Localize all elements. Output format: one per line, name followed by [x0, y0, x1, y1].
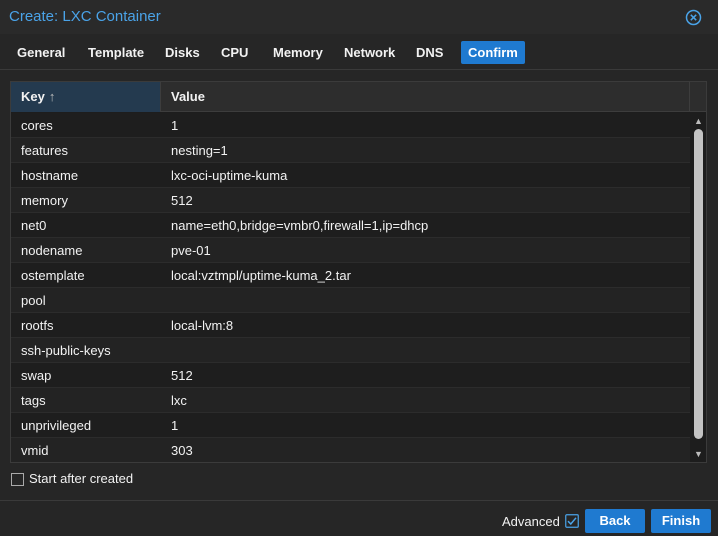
back-button[interactable]: Back: [585, 509, 645, 533]
table-row[interactable]: hostname lxc-oci-uptime-kuma: [11, 163, 690, 188]
row-value: lxc: [171, 393, 187, 408]
column-header-value-label: Value: [171, 89, 205, 104]
row-value: 512: [171, 368, 193, 383]
table-row[interactable]: ssh-public-keys: [11, 338, 690, 363]
tab-cpu[interactable]: CPU: [214, 41, 255, 64]
row-value: lxc-oci-uptime-kuma: [171, 168, 288, 183]
table-row[interactable]: swap 512: [11, 363, 690, 388]
tab-confirm[interactable]: Confirm: [461, 41, 525, 64]
table-row[interactable]: unprivileged 1: [11, 413, 690, 438]
finish-button[interactable]: Finish: [651, 509, 711, 533]
row-key: pool: [21, 293, 46, 308]
scrollbar-thumb[interactable]: [694, 129, 703, 439]
row-key: cores: [21, 118, 53, 133]
row-value: nesting=1: [171, 143, 228, 158]
row-key: vmid: [21, 443, 49, 458]
row-key: ostemplate: [21, 268, 85, 283]
row-key: memory: [21, 193, 68, 208]
table-row[interactable]: net0 name=eth0,bridge=vmbr0,firewall=1,i…: [11, 213, 690, 238]
row-value: 1: [171, 118, 179, 133]
column-header-key[interactable]: Key ↑: [11, 82, 161, 112]
scroll-up-arrow-icon[interactable]: ▲: [691, 115, 706, 127]
tab-template[interactable]: Template: [81, 41, 151, 64]
row-value: [161, 338, 690, 363]
advanced-checkbox[interactable]: [565, 514, 579, 528]
row-key: unprivileged: [21, 418, 92, 433]
table-row[interactable]: rootfs local-lvm:8: [11, 313, 690, 338]
table-row[interactable]: pool: [11, 288, 690, 313]
row-key: tags: [21, 393, 46, 408]
advanced-label: Advanced: [502, 514, 560, 529]
table-row[interactable]: vmid 303: [11, 438, 690, 462]
grid-header: Key ↑ Value: [11, 82, 706, 112]
tab-memory[interactable]: Memory: [266, 41, 330, 64]
row-key: hostname: [21, 168, 79, 183]
tab-dns[interactable]: DNS: [409, 41, 450, 64]
column-header-value[interactable]: Value: [161, 82, 690, 112]
row-value: [161, 288, 690, 313]
dialog-title: Create: LXC Container: [9, 8, 161, 25]
row-value: 1: [171, 418, 179, 433]
sort-ascending-icon: ↑: [48, 89, 56, 104]
dialog-footer: Advanced Back Finish: [0, 500, 718, 536]
row-key: net0: [21, 218, 47, 233]
table-row[interactable]: memory 512: [11, 188, 690, 213]
row-value: local:vztmpl/uptime-kuma_2.tar: [171, 268, 351, 283]
row-key: rootfs: [21, 318, 54, 333]
scroll-down-arrow-icon[interactable]: ▼: [691, 448, 706, 460]
tab-general[interactable]: General: [10, 41, 72, 64]
row-value: 512: [171, 193, 193, 208]
row-value: 303: [171, 443, 193, 458]
row-value: local-lvm:8: [171, 318, 234, 333]
table-row[interactable]: cores 1: [11, 113, 690, 138]
close-icon[interactable]: [685, 9, 702, 26]
wizard-tab-bar: General Template Disks CPU Memory Networ…: [0, 34, 718, 70]
row-key: ssh-public-keys: [21, 343, 111, 358]
table-row[interactable]: nodename pve-01: [11, 238, 690, 263]
start-after-created-checkbox[interactable]: [11, 473, 24, 486]
table-row[interactable]: tags lxc: [11, 388, 690, 413]
table-row[interactable]: features nesting=1: [11, 138, 690, 163]
dialog-titlebar: Create: LXC Container: [0, 0, 718, 34]
tab-network[interactable]: Network: [337, 41, 402, 64]
tab-disks[interactable]: Disks: [158, 41, 207, 64]
row-key: swap: [21, 368, 52, 383]
row-key: features: [21, 143, 68, 158]
table-row[interactable]: ostemplate local:vztmpl/uptime-kuma_2.ta…: [11, 263, 690, 288]
start-after-created-label: Start after created: [29, 471, 134, 486]
grid-scrollbar[interactable]: ▲ ▼: [691, 113, 706, 462]
column-header-key-label: Key: [21, 89, 45, 104]
row-value: name=eth0,bridge=vmbr0,firewall=1,ip=dhc…: [171, 218, 429, 233]
row-key: nodename: [21, 243, 83, 258]
grid-body: cores 1 features nesting=1 hostname lxc-…: [11, 113, 690, 462]
row-value: pve-01: [171, 243, 211, 258]
confirm-grid: Key ↑ Value cores 1 features nesting=1 ho…: [10, 81, 707, 463]
